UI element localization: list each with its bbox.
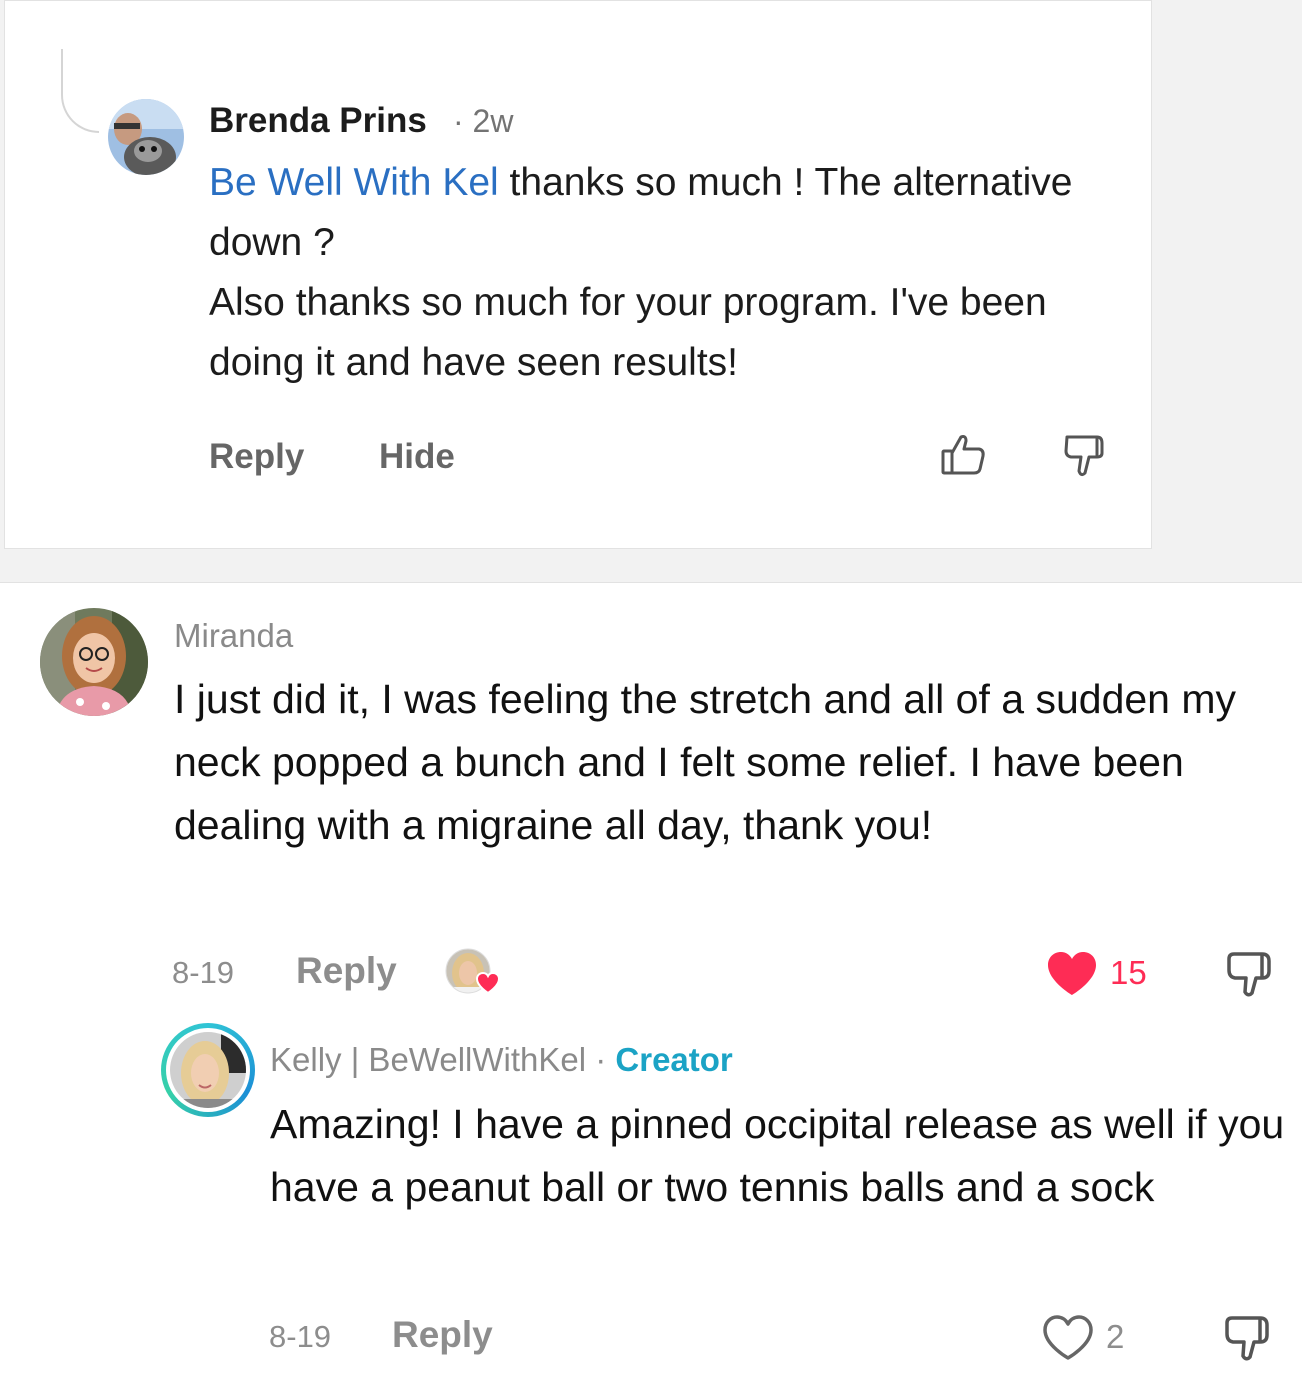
heart-outline-icon[interactable] [1042,1315,1094,1361]
reply-author[interactable]: Kelly | BeWellWithKel [270,1041,586,1078]
like-count: 15 [1110,954,1147,991]
reply-date: 8-19 [269,1319,332,1354]
creator-badge: Creator [615,1041,733,1078]
miranda-avatar[interactable] [40,608,148,716]
brenda-avatar[interactable] [108,99,184,175]
reply-like-count: 2 [1106,1318,1125,1355]
comment-author[interactable]: Miranda [174,617,293,655]
dislike-icon[interactable] [1224,949,1276,999]
reply-dislike-icon[interactable] [1222,1313,1274,1363]
reply-text: Amazing! I have a pinned occipital relea… [270,1101,1285,1210]
thread-connector-line [61,49,99,133]
comment-author[interactable]: Brenda Prins [209,101,427,141]
mention-link[interactable]: Be Well With Kel [209,161,499,204]
comment-text: I just did it, I was feeling the stretch… [174,676,1237,848]
hide-button[interactable]: Hide [379,437,455,477]
comment-body: Be Well With Kel thanks so much ! The al… [209,153,1129,393]
reply-button[interactable]: Reply [296,950,397,992]
reply-button[interactable]: Reply [209,437,304,477]
reply-reply-button[interactable]: Reply [392,1314,493,1356]
comment-timestamp: · 2w [453,103,514,139]
thumbs-down-icon[interactable] [1061,433,1107,479]
comment-text-line-2: Also thanks so much for your program. I'… [209,281,1047,384]
facebook-reply-card: Brenda Prins · 2w Be Well With Kel thank… [4,0,1152,549]
author-separator: · [595,1041,607,1078]
heart-filled-icon[interactable] [1046,951,1098,997]
creator-avatar[interactable] [161,1023,255,1117]
thumbs-up-icon[interactable] [939,429,989,479]
tiktok-comment-card: Miranda I just did it, I was feeling the… [0,582,1302,1392]
creator-liked-badge-icon [444,947,504,999]
reply-author-line: Kelly | BeWellWithKel · Creator [270,1041,733,1079]
comment-date: 8-19 [172,955,235,990]
